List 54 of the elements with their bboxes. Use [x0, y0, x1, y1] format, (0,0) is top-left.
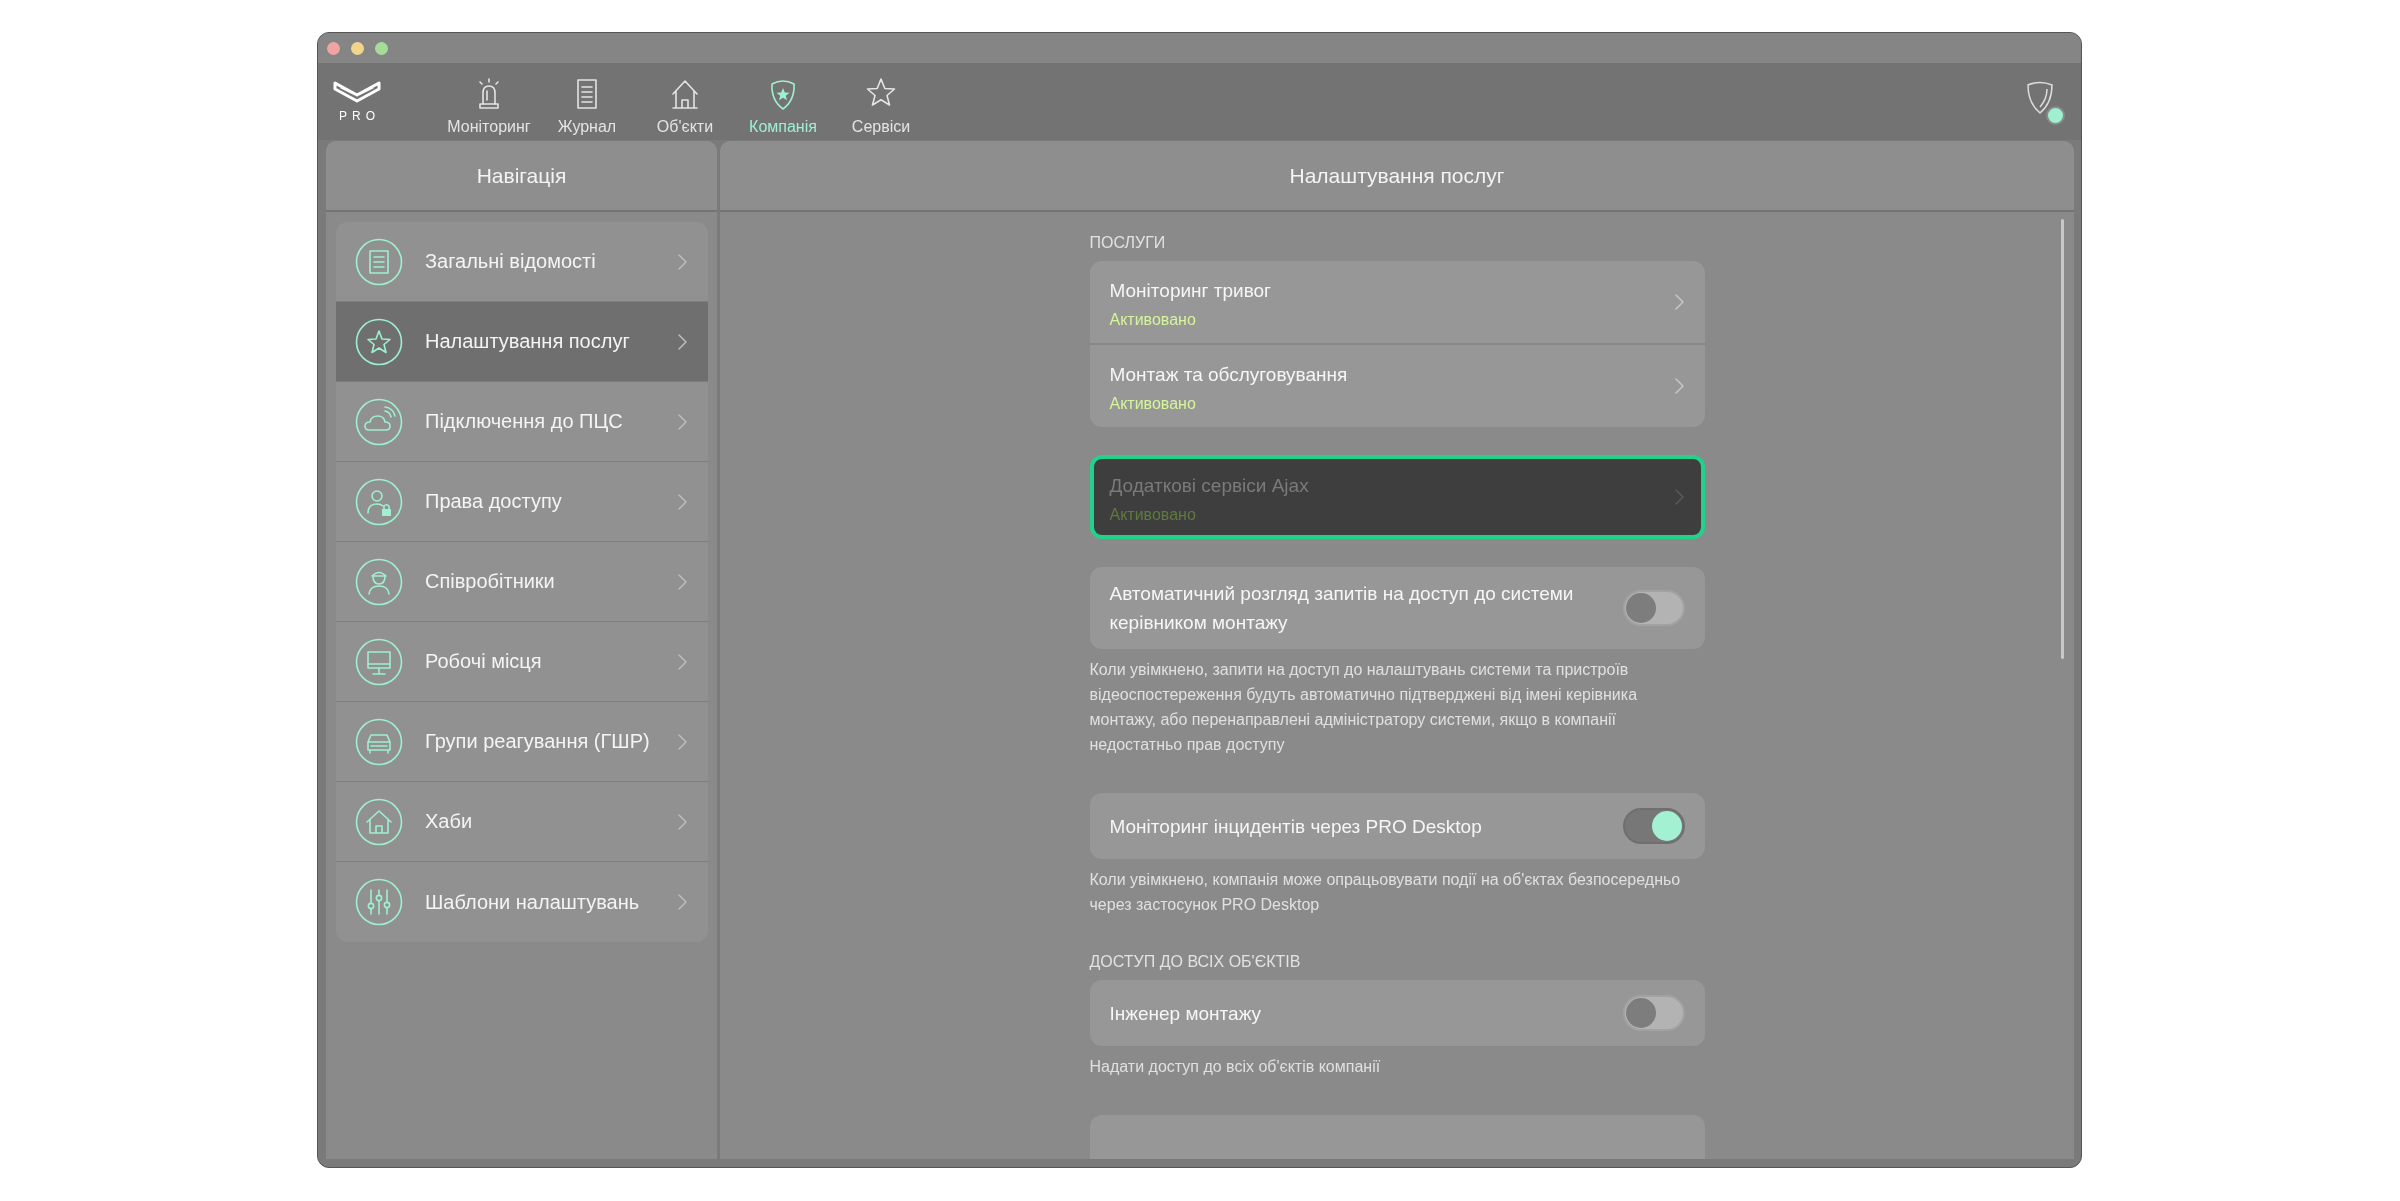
setting-label: Автоматичний розгляд запитів на доступ до системи керівником монтажу: [1109, 582, 1575, 635]
setting-description: Коли увімкнено, запити на доступ до налаштувань системи та пристроїв відеоспостереження будуть автоматично підтверджені від імені керівника монтажу, або перенаправлені адміністратору системи, якщо в компанії недостатньо прав доступу: [1089, 660, 1639, 755]
nav-tab[interactable]: Компанія: [734, 67, 832, 136]
logo-text: PRO: [338, 108, 380, 123]
service-status: Активовано: [1109, 310, 1197, 329]
chevron-right-icon: [677, 252, 688, 271]
minimize-window-button[interactable]: [351, 41, 364, 55]
toggle-switch[interactable]: [1622, 808, 1685, 844]
zoom-window-button[interactable]: [375, 41, 388, 55]
service-title: Монтаж та обслуговування: [1109, 362, 1349, 387]
service-row[interactable]: Додаткові сервіси Ajax Активовано: [1093, 459, 1701, 535]
chevron-right-icon: [677, 893, 688, 911]
service-title: Додаткові сервіси Ajax: [1109, 473, 1310, 498]
sliders-icon: [355, 878, 403, 926]
service-row[interactable]: Моніторинг тривог Активовано: [1089, 261, 1705, 345]
section-heading: ДОСТУП ДО ВСІХ ОБ'ЄКТІВ: [1089, 953, 1302, 971]
monitor-icon: [355, 637, 403, 686]
chevron-right-icon: [677, 732, 688, 751]
nav-tab[interactable]: Сервіси: [832, 67, 930, 136]
panel-title: Налаштування послуг: [720, 141, 2074, 212]
chevron-right-icon: [677, 492, 688, 511]
chevron-right-icon: [677, 572, 688, 591]
service-status: Активовано: [1109, 394, 1197, 413]
chevron-right-icon: [677, 812, 688, 831]
scrollbar[interactable]: [2061, 219, 2064, 659]
car-icon: [355, 717, 403, 766]
service-row[interactable]: Монтаж та обслуговування Активовано: [1089, 345, 1705, 427]
service-title: Моніторинг тривог: [1109, 278, 1273, 303]
setting-description: Коли увімкнено, компанія може опрацьовувати події на об'єктах безпосередньо через застосунок PRO Desktop: [1089, 870, 1682, 915]
chevron-right-icon: [677, 332, 688, 351]
chevron-right-icon: [1673, 488, 1685, 506]
setting-label: Моніторинг інцидентів через PRO Desktop: [1109, 814, 1483, 839]
nav-tab[interactable]: Моніторинг: [440, 67, 538, 136]
service-status: Активовано: [1109, 505, 1197, 524]
person-cap-icon: [355, 557, 403, 606]
user-lock-icon: [355, 477, 403, 526]
toggle-switch[interactable]: [1622, 590, 1685, 626]
nav-item[interactable]: Налаштування послуг: [336, 302, 708, 382]
logo-icon: [333, 80, 381, 103]
chevron-right-icon: [677, 412, 688, 431]
setting-description: Надати доступ до всіх об'єктів компанії: [1089, 1057, 1382, 1077]
chevron-right-icon: [1673, 377, 1685, 395]
document-icon: [355, 237, 403, 286]
toggle-switch[interactable]: [1622, 995, 1685, 1031]
chevron-right-icon: [677, 652, 688, 671]
section-heading: ПОСЛУГИ: [1089, 234, 1167, 252]
cloud-icon: [355, 397, 403, 446]
nav-tab[interactable]: Журнал: [538, 67, 636, 136]
house-icon: [355, 797, 403, 846]
panel-title: Навігація: [326, 141, 717, 212]
chevron-right-icon: [1673, 293, 1685, 311]
nav-tab[interactable]: Об'єкти: [636, 67, 734, 136]
close-window-button[interactable]: [327, 41, 340, 55]
setting-label: Інженер монтажу: [1109, 1001, 1263, 1026]
